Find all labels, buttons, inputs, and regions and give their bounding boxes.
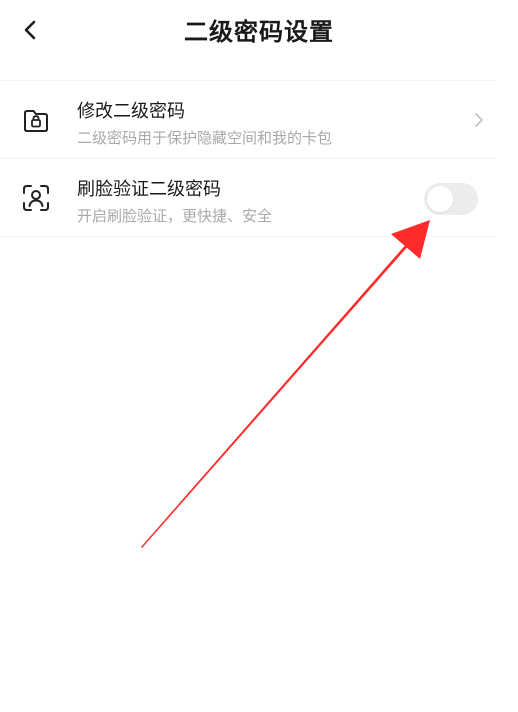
change-second-password-item[interactable]: 修改二级密码 二级密码用于保护隐藏空间和我的卡包 xyxy=(0,81,496,159)
row-title: 刷脸验证二级密码 xyxy=(77,179,221,200)
folder-lock-icon xyxy=(24,110,48,132)
arrow-shaft xyxy=(141,242,410,548)
face-verify-toggle[interactable] xyxy=(424,183,478,215)
page-title: 二级密码设置 xyxy=(184,18,334,46)
row-subtitle: 二级密码用于保护隐藏空间和我的卡包 xyxy=(77,129,333,147)
toggle-knob xyxy=(427,186,453,212)
chevron-right-icon xyxy=(475,113,483,127)
settings-list: 修改二级密码 二级密码用于保护隐藏空间和我的卡包 刷脸验证二级密码 开启刷脸验证… xyxy=(0,80,496,237)
face-scan-icon xyxy=(23,185,49,211)
row-title: 修改二级密码 xyxy=(77,101,185,122)
row-subtitle: 开启刷脸验证，更快捷、安全 xyxy=(77,207,273,225)
face-verify-item: 刷脸验证二级密码 开启刷脸验证，更快捷、安全 xyxy=(0,159,496,237)
top-bar: 二级密码设置 xyxy=(0,0,518,62)
